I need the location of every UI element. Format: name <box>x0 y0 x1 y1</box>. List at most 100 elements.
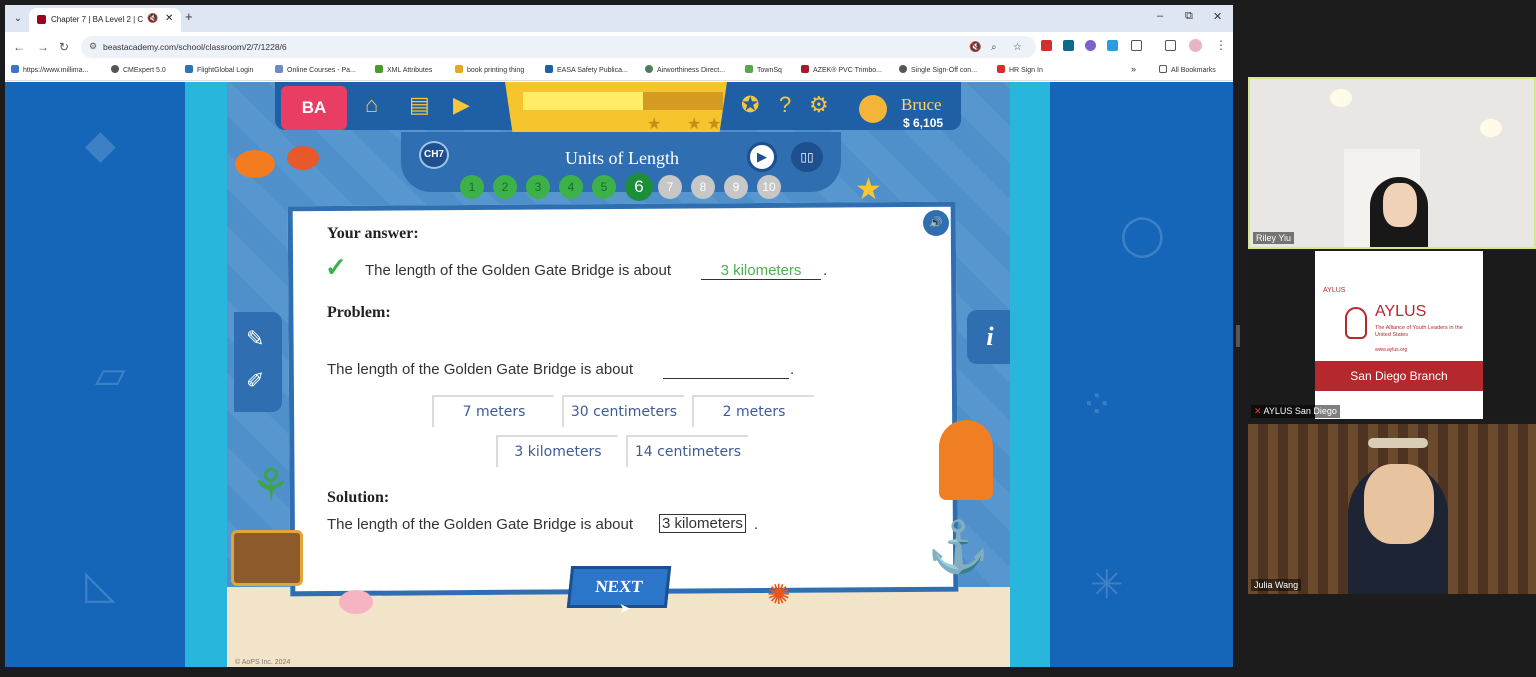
bookmark-item[interactable]: AZEK® PVC Trimbo... <box>801 65 882 74</box>
lesson-5-button[interactable]: 5 <box>592 175 616 199</box>
tab-search-icon[interactable]: ⌄ <box>9 10 27 28</box>
lesson-2-button[interactable]: 2 <box>493 175 517 199</box>
browser-menu-icon[interactable]: ⋮ <box>1215 38 1227 52</box>
address-bar[interactable]: ⚙ beastacademy.com/school/classroom/2/7/… <box>81 36 1036 58</box>
answer-period: . <box>823 262 828 279</box>
lesson-4-button[interactable]: 4 <box>559 175 583 199</box>
all-bookmarks-button[interactable]: All Bookmarks <box>1159 65 1216 74</box>
fish-icon <box>235 150 275 178</box>
help-icon[interactable]: ? <box>779 92 791 118</box>
read-book-icon[interactable]: ▯▯ <box>791 142 823 172</box>
play-video-icon[interactable]: ▶ <box>747 142 777 172</box>
solution-label: Solution: <box>327 489 390 506</box>
extension-icon[interactable] <box>1107 40 1118 51</box>
cube-decoration-icon: ▱ <box>95 353 126 397</box>
lesson-8-button[interactable]: 8 <box>691 175 715 199</box>
audio-speaker-icon[interactable]: 🔊 <box>923 210 949 236</box>
panel-resize-handle[interactable] <box>1236 325 1240 347</box>
eraser-icon[interactable]: ✐ <box>246 368 264 394</box>
lightbulb-logo-icon <box>1345 307 1367 339</box>
answer-sentence: The length of the Golden Gate Bridge is … <box>365 262 672 279</box>
ba-logo[interactable]: BA <box>281 86 347 130</box>
close-tab-icon[interactable]: ✕ <box>165 13 173 24</box>
bookmark-item[interactable]: TownSq <box>745 65 782 74</box>
bookmark-item[interactable]: Single Sign-Off con... <box>899 65 977 74</box>
bookmark-item[interactable]: CMExpert 5.0 <box>111 65 166 74</box>
video-camera-icon[interactable]: ▶ <box>453 92 470 118</box>
star-icon: ★ <box>687 116 702 133</box>
extension-icon[interactable] <box>1063 40 1074 51</box>
muted-site-icon[interactable]: 🔇 <box>969 42 981 53</box>
mute-tab-icon[interactable]: 🔇 <box>147 13 158 24</box>
site-info-icon[interactable]: ⚙ <box>89 41 97 52</box>
browser-window: ⌄ Chapter 7 | BA Level 2 | Cla 🔇 ✕ + – ⧉… <box>5 5 1233 667</box>
video-tile-julia[interactable]: Julia Wang <box>1248 424 1536 594</box>
answer-value: 3 kilometers <box>701 262 821 280</box>
tab-title: Chapter 7 | BA Level 2 | Cla <box>51 15 143 24</box>
lesson-7-button[interactable]: 7 <box>658 175 682 199</box>
profile-avatar[interactable] <box>1189 39 1202 52</box>
user-avatar[interactable] <box>859 95 887 123</box>
clam-icon <box>339 590 373 614</box>
user-name[interactable]: Bruce <box>901 95 942 115</box>
guide-book-icon[interactable]: ▤ <box>409 92 430 118</box>
choice-tile[interactable]: 14 centimeters <box>626 435 748 467</box>
video-tile-aylus[interactable]: AYLUS AYLUS The Alliance of Youth Leader… <box>1248 251 1536 421</box>
minimize-button[interactable]: – <box>1157 10 1163 22</box>
lesson-1-button[interactable]: 1 <box>460 175 484 199</box>
restore-button[interactable]: ⧉ <box>1185 10 1193 23</box>
tab-bar: ⌄ Chapter 7 | BA Level 2 | Cla 🔇 ✕ + – ⧉… <box>5 5 1233 32</box>
back-button[interactable]: ← <box>13 40 25 54</box>
extensions-puzzle-icon[interactable] <box>1131 40 1142 51</box>
bookmark-item[interactable]: book printing thing <box>455 65 524 74</box>
network-decoration-icon: ✳ <box>1090 563 1124 607</box>
bookmark-item[interactable]: FlightGlobal Login <box>185 65 253 74</box>
fish-icon <box>287 146 319 170</box>
bookmark-item[interactable]: Online Courses - Pa... <box>275 65 356 74</box>
aylus-slide: AYLUS AYLUS The Alliance of Youth Leader… <box>1315 251 1483 419</box>
zoom-icon[interactable]: ⌕ <box>991 42 997 53</box>
problem-period: . <box>790 361 795 378</box>
lesson-9-button[interactable]: 9 <box>724 175 748 199</box>
anchor-icon: ⚓ <box>927 519 990 575</box>
dots-decoration-icon: ⁘ <box>1080 383 1114 427</box>
award-icon[interactable]: ✪ <box>741 92 759 118</box>
new-tab-button[interactable]: + <box>185 9 193 24</box>
close-window-button[interactable]: ✕ <box>1213 10 1222 23</box>
bookmarks-overflow-button[interactable]: » <box>1131 64 1136 74</box>
bookmark-item[interactable]: Airworthiness Direct... <box>645 65 725 74</box>
choice-tile[interactable]: 7 meters <box>432 395 554 427</box>
browser-tab[interactable]: Chapter 7 | BA Level 2 | Cla 🔇 ✕ <box>29 8 181 32</box>
bookmark-item[interactable]: HR Sign In <box>997 65 1043 74</box>
reload-button[interactable]: ↻ <box>59 40 69 54</box>
extension-icon[interactable] <box>1041 40 1052 51</box>
answer-blank[interactable] <box>663 378 789 379</box>
choice-tile[interactable]: 2 meters <box>692 395 814 427</box>
extension-icon[interactable] <box>1085 40 1096 51</box>
url-text: beastacademy.com/school/classroom/2/7/12… <box>103 42 287 52</box>
chapter-badge[interactable]: CH7 <box>419 141 449 169</box>
chapter-title: Units of Length <box>565 148 679 168</box>
your-answer-label: Your answer: <box>327 225 419 242</box>
coin-balance: $ 6,105 <box>903 116 944 130</box>
pencil-icon[interactable]: ✎ <box>246 326 264 352</box>
video-tile-riley[interactable]: Riley Yiu <box>1248 77 1536 249</box>
progress-fill <box>523 92 643 110</box>
bookmark-star-icon[interactable]: ☆ <box>1013 42 1022 53</box>
participant-name: Julia Wang <box>1251 579 1302 591</box>
bookmark-item[interactable]: XML Attributes <box>375 65 432 74</box>
forward-button[interactable]: → <box>37 40 49 54</box>
aylus-small-logo: AYLUS <box>1323 287 1346 294</box>
aylus-title: AYLUS <box>1375 303 1427 320</box>
lesson-6-button[interactable]: 6 <box>625 173 653 201</box>
bookmark-item[interactable]: EASA Safety Publica... <box>545 65 628 74</box>
bookmark-item[interactable]: https://www.millima... <box>11 65 88 74</box>
choice-tile[interactable]: 3 kilometers <box>496 435 618 467</box>
info-button[interactable]: i <box>967 310 1010 364</box>
choice-tile[interactable]: 30 centimeters <box>562 395 684 427</box>
home-icon[interactable]: ⌂ <box>365 92 378 118</box>
lesson-10-button[interactable]: 10 <box>757 175 781 199</box>
lesson-3-button[interactable]: 3 <box>526 175 550 199</box>
side-panel-icon[interactable] <box>1165 40 1176 51</box>
settings-gear-icon[interactable]: ⚙ <box>809 92 829 118</box>
